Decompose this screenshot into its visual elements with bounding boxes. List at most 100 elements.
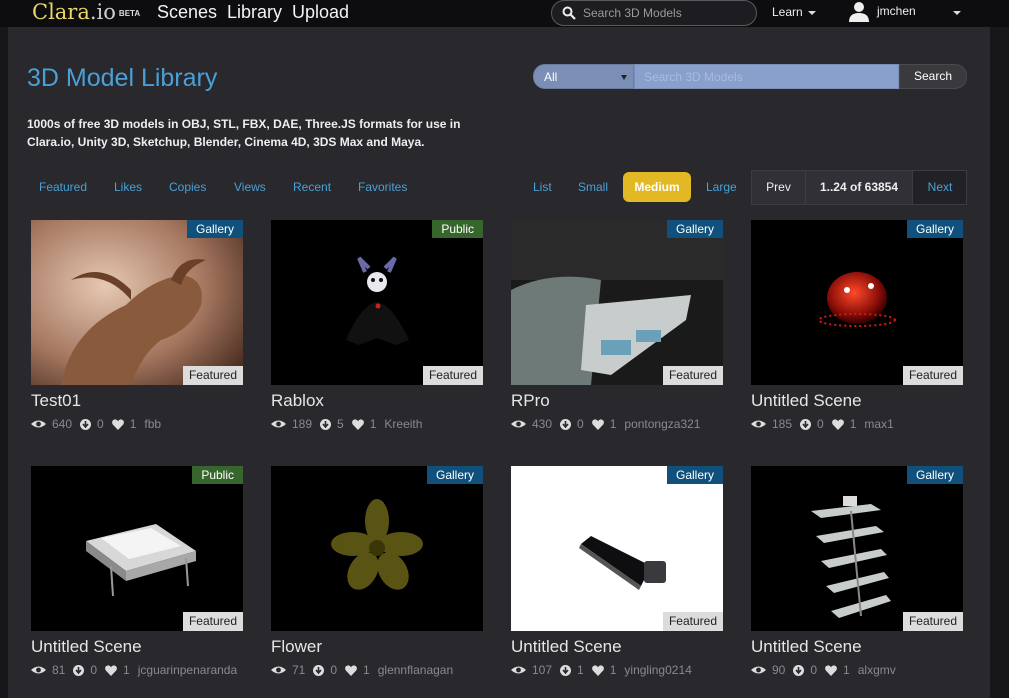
- top-search-placeholder: Search 3D Models: [583, 6, 682, 20]
- model-thumbnail[interactable]: Public Featured: [271, 220, 483, 385]
- model-author[interactable]: glennflanagan: [378, 663, 453, 677]
- top-search-box[interactable]: Search 3D Models: [551, 0, 757, 26]
- download-icon: [73, 664, 85, 676]
- user-avatar-icon[interactable]: [849, 1, 869, 22]
- model-thumbnail[interactable]: Gallery Featured: [511, 466, 723, 631]
- featured-badge: Featured: [902, 612, 963, 631]
- model-thumbnail[interactable]: Gallery Featured: [31, 220, 243, 385]
- featured-badge: Featured: [662, 612, 723, 631]
- model-thumbnail[interactable]: Gallery Featured: [751, 466, 963, 631]
- model-title[interactable]: RPro: [511, 391, 550, 411]
- category-select[interactable]: All: [533, 64, 634, 89]
- model-thumbnail[interactable]: Gallery: [271, 466, 483, 631]
- download-icon: [80, 418, 92, 430]
- model-title[interactable]: Untitled Scene: [751, 391, 862, 411]
- model-card[interactable]: Gallery Featured RPro 430 0 1 pontongza3…: [511, 220, 723, 450]
- public-badge: Public: [432, 220, 483, 238]
- model-thumbnail[interactable]: Gallery Featured: [751, 220, 963, 385]
- model-author[interactable]: jcguarinpenaranda: [138, 663, 237, 677]
- model-stats: 430 0 1 pontongza321: [511, 417, 700, 431]
- model-card[interactable]: Gallery Featured Untitled Scene 107 1 1 …: [511, 466, 723, 696]
- model-card[interactable]: Gallery Featured Untitled Scene 90 0 1 a…: [751, 466, 963, 696]
- model-thumbnail[interactable]: Public Featured: [31, 466, 243, 631]
- download-icon: [560, 418, 572, 430]
- tab-views[interactable]: Views: [234, 180, 266, 194]
- model-card[interactable]: Gallery Flower 71 0 1 glennflanagan: [271, 466, 483, 696]
- model-thumbnail[interactable]: Gallery Featured: [511, 220, 723, 385]
- eye-icon: [271, 666, 286, 674]
- tab-copies[interactable]: Copies: [169, 180, 206, 194]
- user-menu-chevron-icon[interactable]: [953, 11, 961, 15]
- clara-logo[interactable]: Clara.io BETA: [32, 0, 140, 26]
- heart-icon: [591, 664, 604, 676]
- model-card[interactable]: Public Featured Rablox 189 5 1 Kreeith: [271, 220, 483, 450]
- nav-library[interactable]: Library: [227, 1, 282, 23]
- pagination: Prev 1..24 of 63854 Next: [751, 170, 967, 205]
- model-stats: 90 0 1 alxgmv: [751, 663, 896, 677]
- view-medium[interactable]: Medium: [623, 172, 691, 202]
- page-info: 1..24 of 63854: [806, 171, 913, 204]
- download-icon: [313, 664, 325, 676]
- eye-icon: [271, 420, 286, 428]
- gallery-badge: Gallery: [186, 220, 243, 238]
- heart-icon: [591, 418, 604, 430]
- model-title[interactable]: Untitled Scene: [31, 637, 142, 657]
- select-arrow-icon: [621, 75, 627, 80]
- view-small[interactable]: Small: [578, 180, 608, 194]
- model-author[interactable]: pontongza321: [624, 417, 700, 431]
- model-title[interactable]: Untitled Scene: [751, 637, 862, 657]
- model-stats: 189 5 1 Kreeith: [271, 417, 422, 431]
- tab-featured[interactable]: Featured: [39, 180, 87, 194]
- gallery-badge: Gallery: [666, 220, 723, 238]
- nav-scenes[interactable]: Scenes: [157, 1, 217, 23]
- heart-icon: [351, 418, 364, 430]
- model-stats: 81 0 1 jcguarinpenaranda: [31, 663, 237, 677]
- page-title: 3D Model Library: [27, 64, 218, 92]
- chevron-down-icon: [807, 10, 816, 15]
- tab-recent[interactable]: Recent: [293, 180, 331, 194]
- learn-menu[interactable]: Learn: [772, 5, 816, 19]
- model-author[interactable]: alxgmv: [858, 663, 896, 677]
- model-author[interactable]: fbb: [144, 417, 161, 431]
- gallery-badge: Gallery: [906, 220, 963, 238]
- model-author[interactable]: Kreeith: [384, 417, 422, 431]
- eye-icon: [31, 666, 46, 674]
- featured-badge: Featured: [662, 366, 723, 385]
- page-description: 1000s of free 3D models in OBJ, STL, FBX…: [27, 117, 461, 149]
- model-card[interactable]: Gallery Featured Untitled Scene 185 0 1 …: [751, 220, 963, 450]
- download-icon: [320, 418, 332, 430]
- eye-icon: [751, 420, 766, 428]
- model-title[interactable]: Flower: [271, 637, 322, 657]
- library-search-input[interactable]: Search 3D Models: [634, 64, 899, 89]
- model-stats: 71 0 1 glennflanagan: [271, 663, 453, 677]
- username[interactable]: jmchen: [877, 4, 916, 18]
- eye-icon: [511, 666, 526, 674]
- model-title[interactable]: Test01: [31, 391, 81, 411]
- model-author[interactable]: max1: [864, 417, 893, 431]
- public-badge: Public: [192, 466, 243, 484]
- model-title[interactable]: Rablox: [271, 391, 324, 411]
- model-card[interactable]: Public Featured Untitled Scene 81 0 1 jc…: [31, 466, 243, 696]
- nav-upload[interactable]: Upload: [292, 1, 349, 23]
- featured-badge: Featured: [182, 612, 243, 631]
- model-title[interactable]: Untitled Scene: [511, 637, 622, 657]
- view-list[interactable]: List: [533, 180, 552, 194]
- download-icon: [800, 418, 812, 430]
- model-card[interactable]: Gallery Featured Test01 640 0 1 fbb: [31, 220, 243, 450]
- search-icon: [562, 6, 576, 20]
- model-author[interactable]: yingling0214: [624, 663, 691, 677]
- library-search-button[interactable]: Search: [899, 64, 967, 89]
- model-stats: 640 0 1 fbb: [31, 417, 161, 431]
- tab-favorites[interactable]: Favorites: [358, 180, 407, 194]
- eye-icon: [751, 666, 766, 674]
- heart-icon: [111, 418, 124, 430]
- view-large[interactable]: Large: [706, 180, 737, 194]
- gallery-badge: Gallery: [666, 466, 723, 484]
- prev-page-button[interactable]: Prev: [752, 171, 806, 204]
- model-stats: 107 1 1 yingling0214: [511, 663, 692, 677]
- next-page-button[interactable]: Next: [913, 171, 967, 204]
- tab-likes[interactable]: Likes: [114, 180, 142, 194]
- download-icon: [560, 664, 572, 676]
- model-stats: 185 0 1 max1: [751, 417, 894, 431]
- heart-icon: [825, 664, 837, 676]
